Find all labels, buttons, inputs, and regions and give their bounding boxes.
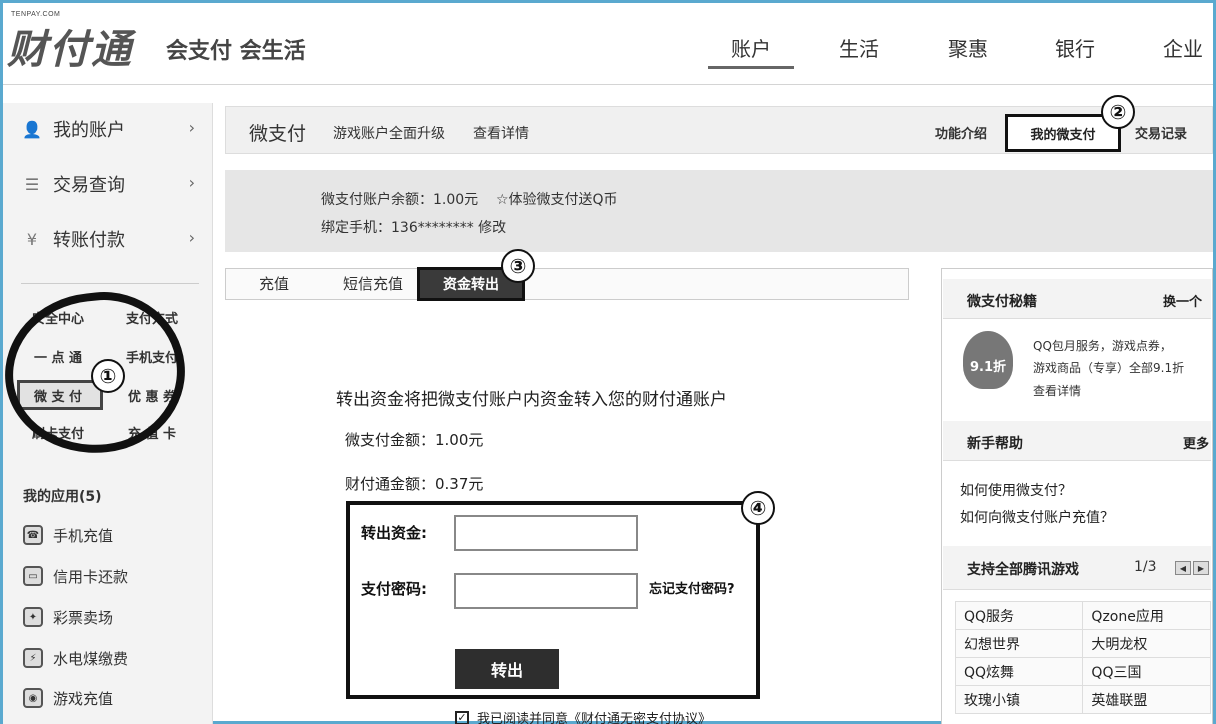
help-more-link[interactable]: 更多	[1183, 433, 1209, 452]
game-link[interactable]: 幻想世界	[954, 629, 1084, 658]
step-marker-4: ④	[741, 491, 775, 525]
table-row: 幻想世界 大明龙权	[954, 629, 1211, 658]
promo-mascot-icon: 9.1折	[963, 331, 1013, 389]
upgrade-notice: 游戏账户全面升级	[333, 126, 445, 142]
sidebar-item-label: 转账付款	[53, 230, 125, 251]
prev-page-icon[interactable]: ◀	[1175, 561, 1191, 575]
secrets-switch-link[interactable]: 换一个	[1163, 291, 1202, 310]
page-title: 微支付	[249, 123, 307, 145]
nav-life[interactable]: 生活	[839, 33, 879, 62]
nav-active-indicator	[708, 66, 794, 69]
weizhifu-amount: 微支付金额：1.00元	[345, 431, 484, 449]
sidebar-divider	[21, 283, 199, 284]
game-link[interactable]: QQ三国	[1082, 657, 1211, 686]
nav-deals[interactable]: 聚惠	[948, 33, 988, 62]
table-row: 玫瑰小镇 英雄联盟	[954, 685, 1211, 714]
gamepad-icon: ◉	[23, 688, 43, 708]
step-marker-2: ②	[1101, 95, 1135, 129]
phone-icon: ☎	[23, 525, 43, 545]
transfer-submit-button[interactable]: 转出	[455, 649, 559, 689]
list-icon: ☰	[24, 174, 40, 194]
user-icon: 👤	[22, 119, 42, 139]
game-link[interactable]: QQ炫舞	[954, 657, 1084, 686]
game-link[interactable]: Qzone应用	[1082, 601, 1211, 630]
game-link[interactable]: 大明龙权	[1082, 629, 1211, 658]
chevron-right-icon: ›	[188, 228, 195, 247]
games-title: 支持全部腾讯游戏	[967, 562, 1079, 578]
tenpay-amount: 财付通金额：0.37元	[345, 475, 484, 493]
payment-password-label: 支付密码:	[361, 580, 427, 598]
app-utilities[interactable]: ⚡ 水电煤缴费	[23, 646, 193, 670]
app-label: 水电煤缴费	[53, 649, 129, 668]
lottery-icon: ✦	[23, 607, 43, 627]
table-row: QQ服务 Qzone应用	[954, 601, 1211, 630]
promo-text: 游戏商品（专享）全部9.1折	[1033, 361, 1185, 375]
sidebar-item-label: 交易查询	[53, 175, 125, 196]
chevron-right-icon: ›	[188, 118, 195, 137]
game-link[interactable]: 英雄联盟	[1082, 685, 1211, 714]
help-link-how-to-recharge[interactable]: 如何向微支付账户充值？	[960, 507, 1114, 527]
sidebar-item-my-account[interactable]: 👤 我的账户 ›	[21, 109, 201, 149]
credit-card-icon: ▭	[23, 566, 43, 586]
app-credit-card[interactable]: ▭ 信用卡还款	[23, 564, 193, 588]
app-lottery[interactable]: ✦ 彩票卖场	[23, 605, 193, 629]
secrets-title: 微支付秘籍	[967, 294, 1037, 310]
site-slogan: 会支付 会生活	[166, 39, 306, 64]
agreement-checkbox[interactable]: ✓	[455, 710, 469, 724]
sidebar-item-label: 我的账户	[53, 120, 125, 141]
my-apps-title: 我的应用(5)	[23, 489, 102, 505]
view-details-link[interactable]: 查看详情	[473, 123, 529, 143]
games-page-indicator: 1/3	[1134, 559, 1157, 575]
transfer-amount-label: 转出资金:	[361, 524, 427, 542]
game-link[interactable]: 玫瑰小镇	[954, 685, 1084, 714]
feature-intro-link[interactable]: 功能介绍	[935, 123, 987, 142]
games-table: QQ服务 Qzone应用 幻想世界 大明龙权 QQ炫舞 QQ三国 玫瑰小镇 英雄…	[954, 601, 1211, 714]
promo-details-link[interactable]: 查看详情	[1033, 382, 1081, 399]
nav-account[interactable]: 账户	[731, 33, 771, 62]
help-link-how-to-use[interactable]: 如何使用微支付？	[960, 480, 1072, 500]
step-marker-3: ③	[501, 249, 535, 283]
sidebar-item-transaction-query[interactable]: ☰ 交易查询 ›	[21, 164, 201, 204]
nav-bank[interactable]: 银行	[1055, 33, 1095, 62]
help-title: 新手帮助	[967, 436, 1023, 452]
yuan-icon: ¥	[26, 229, 38, 249]
utilities-icon: ⚡	[23, 648, 43, 668]
app-label: 彩票卖场	[53, 608, 114, 627]
table-row: QQ炫舞 QQ三国	[954, 657, 1211, 686]
nav-enterprise[interactable]: 企业	[1163, 33, 1203, 62]
sidebar-item-transfer[interactable]: ¥ 转账付款 ›	[21, 219, 201, 259]
agreement-text[interactable]: 我已阅读并同意《财付通无密支付协议》	[477, 708, 711, 724]
game-link[interactable]: QQ服务	[954, 601, 1084, 630]
weizhifu-balance: 微支付账户余额：1.00元 ☆体验微支付送Q币	[321, 192, 618, 208]
chevron-right-icon: ›	[188, 173, 195, 192]
app-label: 信用卡还款	[53, 567, 129, 586]
forgot-password-link[interactable]: 忘记支付密码?	[649, 578, 735, 597]
app-game-recharge[interactable]: ◉ 游戏充值	[23, 686, 193, 710]
promo-text: QQ包月服务，游戏点券，	[1033, 339, 1172, 353]
next-page-icon[interactable]: ▶	[1193, 561, 1209, 575]
transaction-records-link[interactable]: 交易记录	[1135, 123, 1187, 142]
transfer-amount-input[interactable]	[454, 515, 638, 551]
app-label: 游戏充值	[53, 689, 114, 708]
step-marker-1: ①	[91, 359, 125, 393]
transfer-description: 转出资金将把微支付账户内资金转入您的财付通账户	[336, 390, 727, 410]
payment-password-input[interactable]	[454, 573, 638, 609]
agreement-row: ✓ 我已阅读并同意《财付通无密支付协议》	[455, 708, 711, 724]
tab-sms-recharge[interactable]: 短信充值	[343, 273, 403, 294]
app-mobile-recharge[interactable]: ☎ 手机充值	[23, 523, 193, 547]
balance-panel	[225, 170, 1213, 252]
app-label: 手机充值	[53, 526, 114, 545]
tab-recharge[interactable]: 充值	[259, 273, 289, 294]
bound-phone: 绑定手机：136******** 修改	[321, 220, 507, 236]
tenpay-logo[interactable]: 财付通	[7, 17, 133, 75]
tab-bar	[225, 268, 909, 300]
